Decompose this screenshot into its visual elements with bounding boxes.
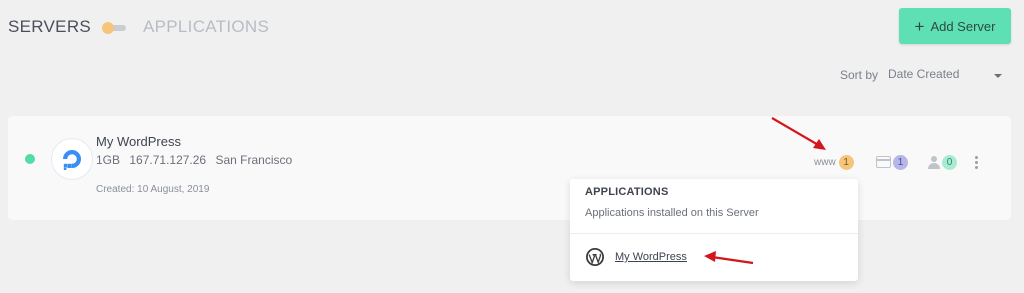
- divider: [570, 233, 858, 234]
- tab-applications[interactable]: APPLICATIONS: [143, 17, 269, 37]
- server-size: 1GB: [96, 153, 121, 167]
- server-ip: 167.71.127.26: [129, 153, 207, 167]
- status-online-indicator: [25, 154, 35, 164]
- applications-popover: APPLICATIONS Applications installed on t…: [570, 179, 858, 281]
- server-created-date: Created: 10 August, 2019: [96, 184, 210, 195]
- apps-count-badge: 1: [893, 154, 908, 170]
- tab-servers[interactable]: SERVERS: [8, 17, 91, 37]
- www-count-badge: 1: [838, 154, 854, 170]
- toggle-switch-icon[interactable]: [102, 22, 126, 34]
- apps-counter[interactable]: 1: [876, 154, 908, 170]
- popover-subtitle: Applications installed on this Server: [585, 207, 759, 219]
- user-icon: [928, 155, 940, 169]
- app-link-my-wordpress[interactable]: My WordPress: [615, 251, 687, 263]
- users-counter[interactable]: 0: [928, 154, 957, 170]
- add-server-button[interactable]: + Add Server: [899, 8, 1011, 44]
- popover-title: APPLICATIONS: [585, 186, 669, 198]
- sort-selected-value: Date Created: [888, 67, 960, 81]
- plus-icon: +: [914, 16, 925, 36]
- users-count-badge: 0: [942, 154, 957, 170]
- sort-select[interactable]: Date Created: [888, 67, 1006, 85]
- server-name[interactable]: My WordPress: [96, 134, 181, 149]
- server-details: 1GB 167.71.127.26 San Francisco: [96, 153, 298, 167]
- server-location: San Francisco: [215, 153, 293, 167]
- list-item[interactable]: My WordPress: [585, 247, 687, 267]
- kebab-menu-icon[interactable]: [972, 156, 980, 170]
- add-server-label: Add Server: [930, 18, 996, 34]
- digitalocean-logo-icon: [51, 138, 93, 180]
- wordpress-logo-icon: [586, 248, 604, 266]
- www-counter[interactable]: www 1: [814, 154, 854, 170]
- sort-label: Sort by: [840, 68, 879, 82]
- application-window-icon: [876, 156, 891, 168]
- server-card[interactable]: My WordPress 1GB 167.71.127.26 San Franc…: [8, 116, 1011, 220]
- chevron-down-icon: [994, 74, 1002, 78]
- www-label: www: [814, 156, 836, 168]
